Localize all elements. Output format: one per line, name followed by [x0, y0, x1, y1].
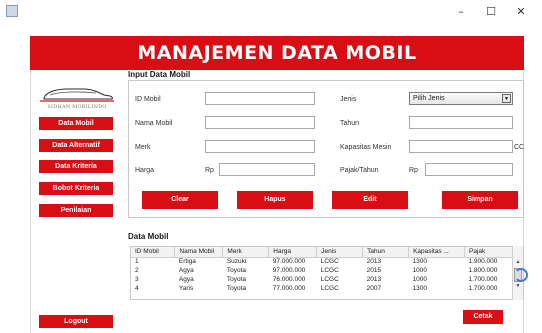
minimize-button[interactable]: –	[446, 3, 476, 21]
column-header[interactable]: Nama Mobil	[174, 247, 224, 258]
table-row[interactable]: 2 Agya Toyota 97.000.000 LCGC 2015 1000 …	[131, 266, 513, 275]
table-cell: 1300	[412, 285, 428, 292]
harga-prefix: Rp	[205, 167, 214, 174]
car-logo-icon	[40, 88, 114, 102]
table-row[interactable]: 1 Ertiga Suzuki 97.000.000 LCGC 2013 130…	[131, 257, 513, 266]
table-cell: Toyota	[226, 276, 246, 283]
column-header[interactable]: Kapasitas ...	[408, 247, 465, 258]
cetak-button[interactable]: Cetak	[463, 310, 503, 324]
merk-input[interactable]	[205, 140, 315, 153]
table-cell: 1.900.000	[468, 258, 498, 266]
app-icon	[6, 5, 18, 17]
table-cell: 1000	[412, 276, 428, 283]
table-section-title: Data Mobil	[128, 232, 169, 241]
page-title: MANAJEMEN DATA MOBIL	[137, 42, 417, 64]
page-header: MANAJEMEN DATA MOBIL	[30, 36, 524, 70]
table-cell: Agya	[178, 276, 194, 283]
column-header[interactable]: Merk	[222, 247, 270, 258]
table-cell: Agya	[178, 267, 194, 274]
table-cell: 1	[135, 258, 139, 266]
pajak-label: Pajak/Tahun	[340, 167, 379, 174]
kapasitas-mesin-label: Kapasitas Mesin	[340, 144, 392, 151]
harga-input[interactable]	[219, 163, 315, 176]
nama-mobil-label: Nama Mobil	[135, 120, 173, 127]
table-cell: Yaris	[178, 285, 194, 292]
nama-mobil-input[interactable]	[205, 116, 315, 129]
app-window: – ☐ ✕ MANAJEMEN DATA MOBIL SIDHAN MOBILI…	[0, 0, 542, 333]
logo-text: SIDHAN MOBILINDO	[47, 104, 107, 110]
jenis-select[interactable]: Pilih Jenis ▼	[409, 92, 513, 105]
table-cell: 1.700.000	[468, 285, 498, 292]
table-cell: Suzuki	[226, 258, 247, 266]
edit-button[interactable]: Edit	[332, 191, 408, 209]
table-cell: 77.000.000	[272, 285, 306, 292]
table-cell: 2	[135, 267, 139, 274]
scroll-down-icon[interactable]: ▼	[514, 282, 522, 290]
sidebar-item-penilaian[interactable]: Penilaian	[39, 204, 113, 217]
id-mobil-label: ID Mobil	[135, 96, 161, 103]
data-table[interactable]: ID Mobil Nama Mobil Merk Harga Jenis Tah…	[130, 246, 524, 300]
sidebar-item-data-mobil[interactable]: Data Mobil	[39, 117, 113, 130]
table-cell: 1.800.000	[468, 267, 498, 274]
table-cell: 2013	[366, 276, 382, 283]
table-cell: Toyota	[226, 267, 246, 274]
kapasitas-mesin-input[interactable]	[409, 140, 513, 153]
table-cell: 1.700.000	[468, 276, 498, 283]
table-header-row: ID Mobil Nama Mobil Merk Harga Jenis Tah…	[131, 247, 514, 258]
table-cell: Ertiga	[178, 258, 196, 266]
harga-label: Harga	[135, 167, 155, 174]
table-cell: 2007	[366, 285, 382, 292]
logout-button[interactable]: Logout	[39, 315, 113, 328]
scroll-up-icon[interactable]: ▲	[514, 258, 522, 266]
table-cell: LCGC	[320, 258, 339, 266]
maximize-button[interactable]: ☐	[476, 3, 506, 21]
tahun-input[interactable]	[409, 116, 513, 129]
column-header[interactable]: Jenis	[316, 247, 364, 258]
table-row[interactable]: 4 Yaris Toyota 77.000.000 LCGC 2007 1300…	[131, 284, 513, 293]
clear-button[interactable]: Clear	[142, 191, 218, 209]
jenis-select-value: Pilih Jenis	[413, 95, 445, 102]
table-cell: 2015	[366, 267, 382, 274]
table-cell: LCGC	[320, 285, 339, 292]
table-cell: Toyota	[226, 285, 246, 292]
pajak-input[interactable]	[425, 163, 513, 176]
sidebar-item-bobot-kriteria[interactable]: Bobot Kriteria	[39, 182, 113, 195]
table-cell: 76.000.000	[272, 276, 306, 283]
table-cell: LCGC	[320, 267, 339, 274]
table-cell: 3	[135, 276, 139, 283]
column-header[interactable]: Pajak	[464, 247, 514, 258]
close-button[interactable]: ✕	[506, 3, 536, 21]
table-cell: 2013	[366, 258, 382, 266]
table-cell: 97.000.000	[272, 258, 306, 266]
table-cell: LCGC	[320, 276, 339, 283]
table-cell: 4	[135, 285, 139, 292]
simpan-button[interactable]: Simpan	[442, 191, 518, 209]
tahun-label: Tahun	[340, 120, 360, 127]
table-cell: 1300	[412, 258, 428, 266]
merk-label: Merk	[135, 144, 151, 151]
input-section-title: Input Data Mobil	[128, 70, 191, 79]
table-cell: 97.000.000	[272, 267, 306, 274]
column-header[interactable]: Tahun	[362, 247, 410, 258]
chevron-down-icon: ▼	[502, 94, 511, 103]
loading-ring-icon	[514, 268, 528, 282]
table-row[interactable]: 3 Agya Toyota 76.000.000 LCGC 2013 1000 …	[131, 275, 513, 284]
jenis-label: Jenis	[340, 96, 357, 103]
hapus-button[interactable]: Hapus	[237, 191, 313, 209]
sidebar-item-data-kriteria[interactable]: Data Kriteria	[39, 160, 113, 173]
id-mobil-input[interactable]	[205, 92, 315, 105]
title-bar: – ☐ ✕	[0, 0, 542, 24]
column-header[interactable]: Harga	[268, 247, 318, 258]
table-cell: 1000	[412, 267, 428, 274]
sidebar-item-data-alternatif[interactable]: Data Alternatif	[39, 139, 113, 152]
column-header[interactable]: ID Mobil	[131, 247, 176, 258]
cc-unit-label: CC	[514, 144, 525, 151]
pajak-prefix: Rp	[409, 167, 418, 174]
